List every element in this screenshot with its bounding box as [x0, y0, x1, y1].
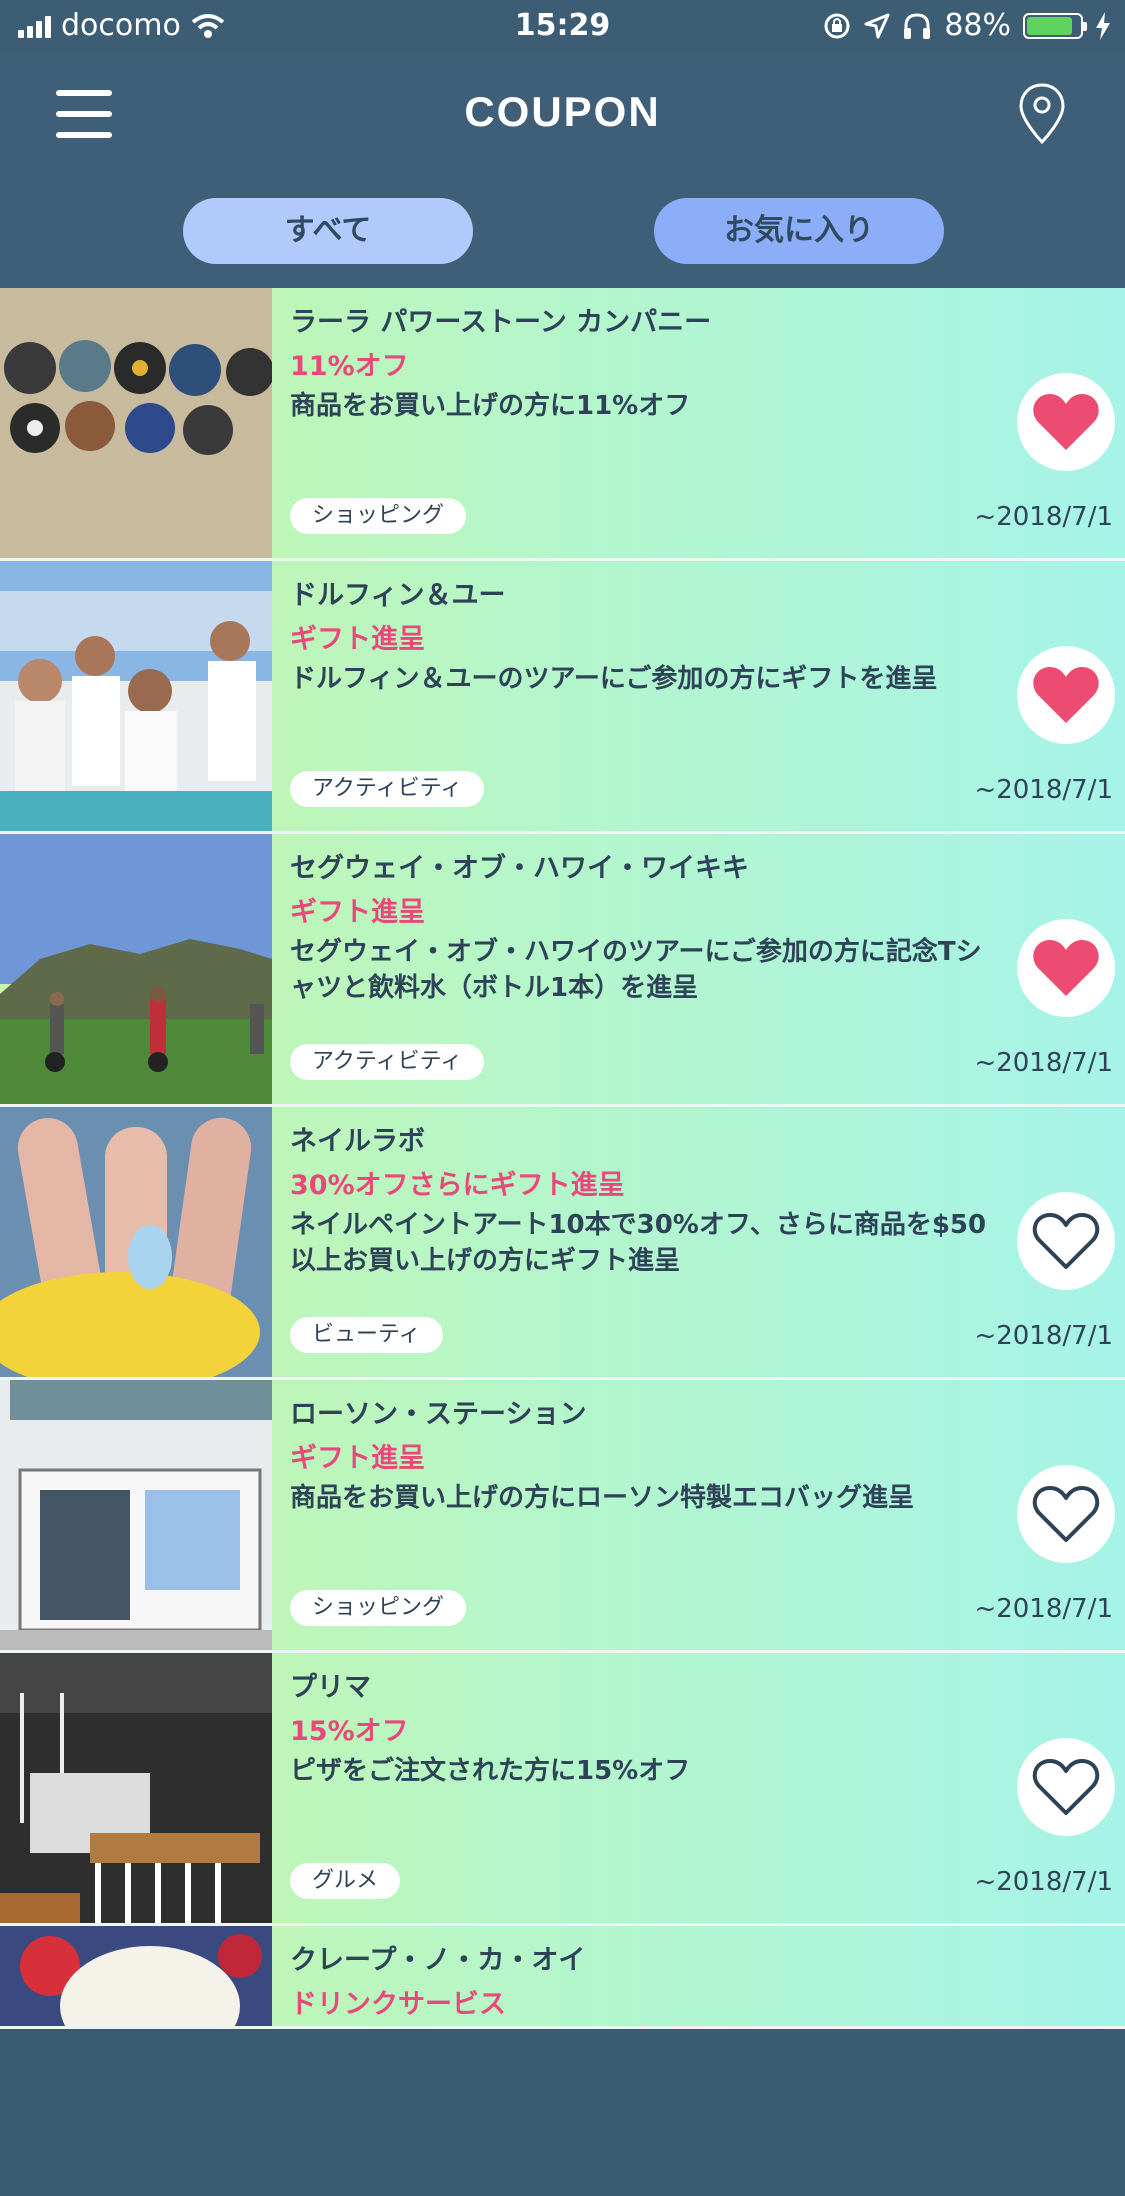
status-bar: docomo 15:29 88%: [0, 0, 1125, 54]
coupon-thumbnail: [0, 1107, 272, 1377]
heart-outline-icon: [1032, 1486, 1100, 1542]
coupon-shop-name: セグウェイ・オブ・ハワイ・ワイキキ: [290, 853, 749, 884]
coupon-expiry: ~2018/7/1: [974, 502, 1113, 532]
app-header: COUPON すべて お気に入り: [0, 54, 1125, 288]
favorite-button[interactable]: [1017, 919, 1115, 1017]
coupon-shop-name: ネイルラボ: [290, 1126, 425, 1157]
coupon-expiry: ~2018/7/1: [974, 1867, 1113, 1897]
favorite-button[interactable]: [1017, 373, 1115, 471]
favorite-button[interactable]: [1017, 1738, 1115, 1836]
status-right: 88%: [822, 8, 1111, 43]
coupon-row[interactable]: ネイルラボ 30%オフさらにギフト進呈 ネイルペイントアート10本で30%オフ、…: [0, 1107, 1125, 1380]
favorite-button[interactable]: [1017, 1192, 1115, 1290]
coupon-offer: 30%オフさらにギフト進呈: [290, 1170, 625, 1201]
heart-filled-icon: [1033, 394, 1099, 450]
category-badge: グルメ: [290, 1863, 401, 1899]
coupon-description: 商品をお買い上げの方にローソン特製エコバッグ進呈: [290, 1483, 915, 1513]
category-badge: ショッピング: [290, 1590, 467, 1626]
category-badge: アクティビティ: [290, 771, 485, 807]
coupon-thumbnail: [0, 1653, 272, 1923]
coupon-list: ラーラ パワーストーン カンパニー 11%オフ 商品をお買い上げの方に11%オフ…: [0, 288, 1125, 2066]
coupon-offer: ギフト進呈: [290, 897, 425, 928]
coupon-description: ネイルペイントアート10本で30%オフ、さらに商品を$50以上お買い上げの方にギ…: [290, 1210, 987, 1276]
coupon-expiry: ~2018/7/1: [974, 1321, 1113, 1351]
category-badge: ショッピング: [290, 498, 467, 534]
coupon-offer: ギフト進呈: [290, 1443, 425, 1474]
location-arrow-icon: [864, 13, 890, 38]
coupon-description: セグウェイ・オブ・ハワイのツアーにご参加の方に記念Tシャツと飲料水（ボトル1本）…: [290, 937, 982, 1003]
coupon-thumbnail: [0, 1926, 272, 2196]
coupon-shop-name: プリマ: [290, 1672, 371, 1703]
coupon-row[interactable]: ドルフィン＆ユー ギフト進呈 ドルフィン＆ユーのツアーにご参加の方にギフトを進呈…: [0, 561, 1125, 834]
headphones-icon: [904, 12, 931, 39]
heart-outline-icon: [1032, 1213, 1100, 1269]
heart-filled-icon: [1033, 667, 1099, 723]
coupon-offer: ドリンクサービス: [290, 1989, 506, 2020]
coupon-thumbnail: [0, 834, 272, 1104]
coupon-offer: ギフト進呈: [290, 624, 425, 655]
coupon-expiry: ~2018/7/1: [974, 775, 1113, 805]
heart-outline-icon: [1032, 1759, 1100, 1815]
favorite-button[interactable]: [1017, 1465, 1115, 1563]
rotation-lock-icon: [824, 13, 850, 38]
charging-icon: [1096, 11, 1110, 40]
coupon-description: ドルフィン＆ユーのツアーにご参加の方にギフトを進呈: [290, 664, 938, 694]
map-pin-icon[interactable]: [1017, 82, 1067, 146]
coupon-thumbnail: [0, 561, 272, 831]
coupon-offer: 11%オフ: [290, 351, 409, 382]
coupon-shop-name: ローソン・ステーション: [290, 1399, 587, 1430]
category-badge: ビューティ: [290, 1317, 443, 1353]
battery-percent: 88%: [944, 8, 1011, 43]
coupon-row[interactable]: ローソン・ステーション ギフト進呈 商品をお買い上げの方にローソン特製エコバッグ…: [0, 1380, 1125, 1653]
category-badge: アクティビティ: [290, 1044, 485, 1080]
coupon-expiry: ~2018/7/1: [974, 1048, 1113, 1078]
heart-filled-icon: [1033, 940, 1099, 996]
coupon-description: ピザをご注文された方に15%オフ: [290, 1756, 691, 1786]
coupon-thumbnail: [0, 1380, 272, 1650]
tab-all[interactable]: すべて: [183, 198, 473, 264]
coupon-thumbnail: [0, 288, 272, 558]
coupon-shop-name: クレープ・ノ・カ・オイ: [290, 1945, 586, 1976]
coupon-row[interactable]: ラーラ パワーストーン カンパニー 11%オフ 商品をお買い上げの方に11%オフ…: [0, 288, 1125, 561]
coupon-description: 商品をお買い上げの方に11%オフ: [290, 391, 691, 421]
coupon-shop-name: ドルフィン＆ユー: [290, 580, 506, 611]
favorite-button[interactable]: [1017, 646, 1115, 744]
battery-icon: [1023, 12, 1087, 39]
coupon-expiry: ~2018/7/1: [974, 1594, 1113, 1624]
page-title: COUPON: [464, 88, 661, 135]
coupon-shop-name: ラーラ パワーストーン カンパニー: [290, 307, 712, 338]
tab-favorites[interactable]: お気に入り: [654, 198, 944, 264]
coupon-offer: 15%オフ: [290, 1716, 409, 1747]
coupon-row[interactable]: クレープ・ノ・カ・オイ ドリンクサービス: [0, 1926, 1125, 2066]
coupon-row[interactable]: プリマ 15%オフ ピザをご注文された方に15%オフ グルメ ~2018/7/1: [0, 1653, 1125, 1926]
coupon-row[interactable]: セグウェイ・オブ・ハワイ・ワイキキ ギフト進呈 セグウェイ・オブ・ハワイのツアー…: [0, 834, 1125, 1107]
